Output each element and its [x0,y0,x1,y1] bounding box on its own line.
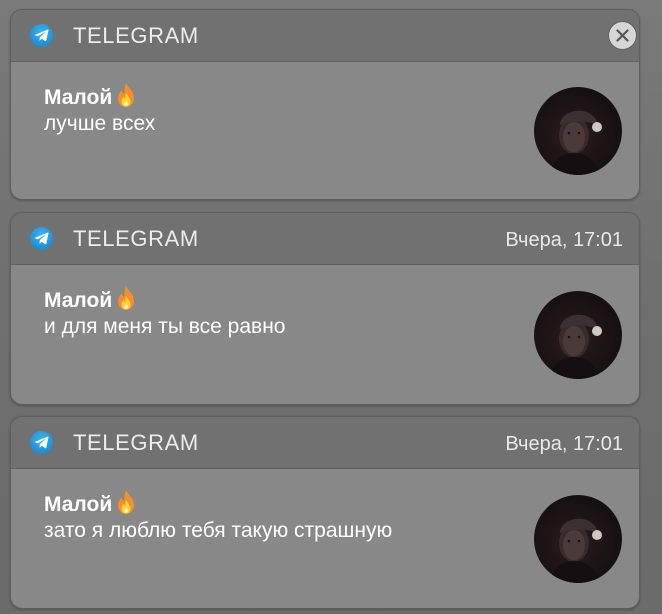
close-icon [616,29,629,42]
message-text: и для меня ты все равно [44,315,286,338]
notification-timestamp: Вчера, 17:01 [505,433,623,455]
sender-label: Малой [44,86,113,109]
fire-emoji-icon [114,82,138,114]
sender-name: Малой [44,82,138,114]
fire-emoji-icon [114,489,138,521]
app-name: TELEGRAM [73,23,199,48]
notification-header: TELEGRAM [11,10,639,62]
telegram-icon [30,24,53,47]
fire-emoji-icon [114,285,138,317]
telegram-icon [30,227,53,250]
message-text: лучше всех [44,112,156,135]
app-name: TELEGRAM [73,226,199,251]
avatar [534,495,622,583]
notification-card[interactable]: TELEGRAM Вчера, 17:01 Малой зато я люблю… [10,416,640,609]
notification-timestamp: Вчера, 17:01 [505,229,623,251]
notification-header: TELEGRAM Вчера, 17:01 [11,417,639,469]
notification-header: TELEGRAM Вчера, 17:01 [11,213,639,265]
telegram-icon [30,431,53,454]
sender-name: Малой [44,285,138,317]
notification-stack: TELEGRAM Малой лучше всех TELEGRAM Вчера… [0,0,662,614]
avatar [534,87,622,175]
sender-label: Малой [44,493,113,516]
sender-name: Малой [44,489,138,521]
close-button[interactable] [609,22,636,49]
avatar [534,291,622,379]
sender-label: Малой [44,289,113,312]
notification-card[interactable]: TELEGRAM Малой лучше всех [10,9,640,200]
app-name: TELEGRAM [73,430,199,455]
notification-card[interactable]: TELEGRAM Вчера, 17:01 Малой и для меня т… [10,212,640,405]
message-text: зато я люблю тебя такую страшную [44,519,393,542]
